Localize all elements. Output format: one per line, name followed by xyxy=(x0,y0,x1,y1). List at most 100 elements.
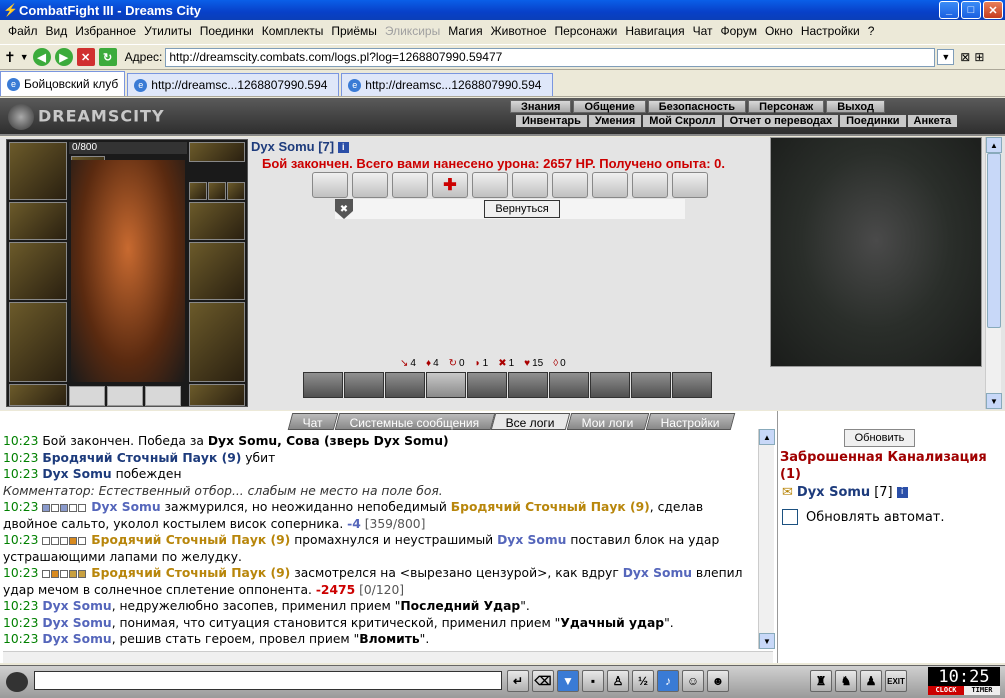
tab-log-1[interactable]: e http://dreamsc...1268807990.594 xyxy=(127,73,340,96)
scroll-down-icon[interactable]: ▼ xyxy=(986,393,1002,409)
pin-icon[interactable]: ✝ xyxy=(4,49,16,66)
shield-slot[interactable] xyxy=(189,242,245,300)
dropdown-icon[interactable]: ▼ xyxy=(20,52,29,62)
player-name[interactable]: Бродячий Сточный Паук (9) xyxy=(91,566,290,580)
menu-item[interactable]: Поединки xyxy=(196,24,258,38)
earrings-slot[interactable] xyxy=(189,142,245,162)
address-input[interactable]: http://dreamscity.combats.com/logs.pl?lo… xyxy=(165,47,936,67)
scroll-slot[interactable] xyxy=(592,172,628,198)
go-icon[interactable]: ⊞ xyxy=(974,50,984,64)
sub-nav-item[interactable]: Инвентарь xyxy=(516,115,587,127)
weapon-slot[interactable] xyxy=(9,242,67,300)
skill-slot[interactable] xyxy=(672,372,712,398)
sub-nav-item[interactable]: Умения xyxy=(588,115,642,127)
chat-tab[interactable]: Настройки xyxy=(645,413,736,430)
menu-item[interactable]: Эликсиры xyxy=(381,24,444,38)
scroll-slot[interactable] xyxy=(392,172,428,198)
top-nav-item[interactable]: Знания xyxy=(510,100,572,113)
player-name[interactable]: -4 xyxy=(347,517,361,531)
shield-icon[interactable]: ✖ xyxy=(335,199,353,219)
ring-slot-3[interactable] xyxy=(227,182,245,200)
skill-slot[interactable] xyxy=(508,372,548,398)
save-icon[interactable]: ▪ xyxy=(582,670,604,692)
scroll-slot[interactable] xyxy=(312,172,348,198)
maximize-button[interactable]: □ xyxy=(961,1,981,19)
info-icon[interactable]: i xyxy=(896,487,908,498)
armor-slot[interactable] xyxy=(9,302,67,382)
emote-icon[interactable]: ☻ xyxy=(707,670,729,692)
skill-slot[interactable] xyxy=(590,372,630,398)
chat-tab[interactable]: Мои логи xyxy=(567,413,650,430)
scroll-up-icon[interactable]: ▲ xyxy=(986,137,1002,153)
menu-item[interactable]: Животное xyxy=(487,24,551,38)
clear-icon[interactable]: ⊠ xyxy=(960,50,970,64)
bracer-slot[interactable] xyxy=(9,202,67,240)
minimize-button[interactable]: _ xyxy=(939,1,959,19)
scroll-thumb[interactable] xyxy=(987,153,1001,328)
chat-tab[interactable]: Чат xyxy=(287,413,339,430)
chat-tab[interactable]: Системные сообщения xyxy=(334,413,495,430)
close-button[interactable]: ✕ xyxy=(983,1,1003,19)
fraction-icon[interactable]: ½ xyxy=(632,670,654,692)
character-icon[interactable]: ♙ xyxy=(607,670,629,692)
skill-slot[interactable] xyxy=(549,372,589,398)
gloves-slot[interactable] xyxy=(189,202,245,240)
scroll-up-icon[interactable]: ▲ xyxy=(759,429,775,445)
lock-icon[interactable]: ♟ xyxy=(860,670,882,692)
filter-icon[interactable]: ▼ xyxy=(557,670,579,692)
bag-slot[interactable] xyxy=(107,386,143,406)
tab-fight-club[interactable]: e Бойцовский клуб xyxy=(0,71,126,96)
player-name[interactable]: Бродячий Сточный Паук (9) xyxy=(42,451,241,465)
menu-item[interactable]: Навигация xyxy=(621,24,688,38)
forward-icon[interactable]: ▶ xyxy=(54,48,73,66)
player-name[interactable]: Бродячий Сточный Паук (9) xyxy=(91,533,290,547)
menu-item[interactable]: Настройки xyxy=(797,24,864,38)
sub-nav-item[interactable]: Анкета xyxy=(907,115,958,127)
skill-slot[interactable] xyxy=(467,372,507,398)
back-button[interactable]: Вернуться xyxy=(484,200,560,218)
heal-scroll-icon[interactable]: ✚ xyxy=(432,172,468,198)
auto-refresh-checkbox[interactable] xyxy=(782,509,798,525)
menu-item[interactable]: Форум xyxy=(717,24,761,38)
eraser-icon[interactable]: ⌫ xyxy=(532,670,554,692)
menu-item[interactable]: Магия xyxy=(444,24,486,38)
menu-item[interactable]: Чат xyxy=(689,24,717,38)
player-name[interactable]: Dyx Somu xyxy=(42,616,111,630)
top-nav-item[interactable]: Общение xyxy=(573,100,646,113)
refresh-button[interactable]: Обновить xyxy=(844,429,915,447)
player-name[interactable]: Бродячий Сточный Паук (9) xyxy=(451,500,650,514)
player-name[interactable]: Dyx Somu xyxy=(42,599,111,613)
helmet-slot[interactable] xyxy=(9,142,67,200)
smiley-icon[interactable]: ☺ xyxy=(682,670,704,692)
menu-item[interactable]: Комплекты xyxy=(258,24,328,38)
occupant-row[interactable]: ✉ Dyx Somu [7] i xyxy=(782,485,908,500)
menu-item[interactable]: Избранное xyxy=(71,24,140,38)
sub-nav-item[interactable]: Поединки xyxy=(840,115,906,127)
exit-icon[interactable]: EXIT xyxy=(885,670,907,692)
scroll-slot[interactable] xyxy=(512,172,548,198)
menu-item[interactable]: Утилиты xyxy=(140,24,196,38)
skill-slot[interactable] xyxy=(385,372,425,398)
skill-slot[interactable] xyxy=(631,372,671,398)
scroll-slot[interactable] xyxy=(672,172,708,198)
top-nav-item[interactable]: Персонаж xyxy=(748,100,825,113)
enemy-name[interactable]: Dyx Somu [7] i xyxy=(251,139,349,154)
player-name[interactable]: Dyx Somu xyxy=(623,566,692,580)
scroll-slot[interactable] xyxy=(632,172,668,198)
sub-nav-item[interactable]: Мой Скролл xyxy=(643,115,722,127)
menu-item[interactable]: Персонажи xyxy=(551,24,622,38)
tab-log-2[interactable]: e http://dreamsc...1268807990.594 xyxy=(341,73,554,96)
sub-nav-item[interactable]: Отчет о переводах xyxy=(723,115,839,127)
refresh-icon[interactable]: ↻ xyxy=(98,48,117,66)
smiley-menu-icon[interactable] xyxy=(6,672,28,692)
player-name[interactable]: Dyx Somu xyxy=(42,632,111,646)
menu-item[interactable]: Окно xyxy=(761,24,797,38)
ring-slot-2[interactable] xyxy=(208,182,226,200)
skill-slot[interactable] xyxy=(344,372,384,398)
scroll-icon[interactable]: ♞ xyxy=(835,670,857,692)
address-dropdown-icon[interactable]: ▼ xyxy=(937,49,955,65)
top-nav-item[interactable]: Выход xyxy=(826,100,885,113)
chat-input[interactable] xyxy=(34,671,502,690)
send-icon[interactable]: ↵ xyxy=(507,670,529,692)
menu-item[interactable]: Приёмы xyxy=(327,24,381,38)
